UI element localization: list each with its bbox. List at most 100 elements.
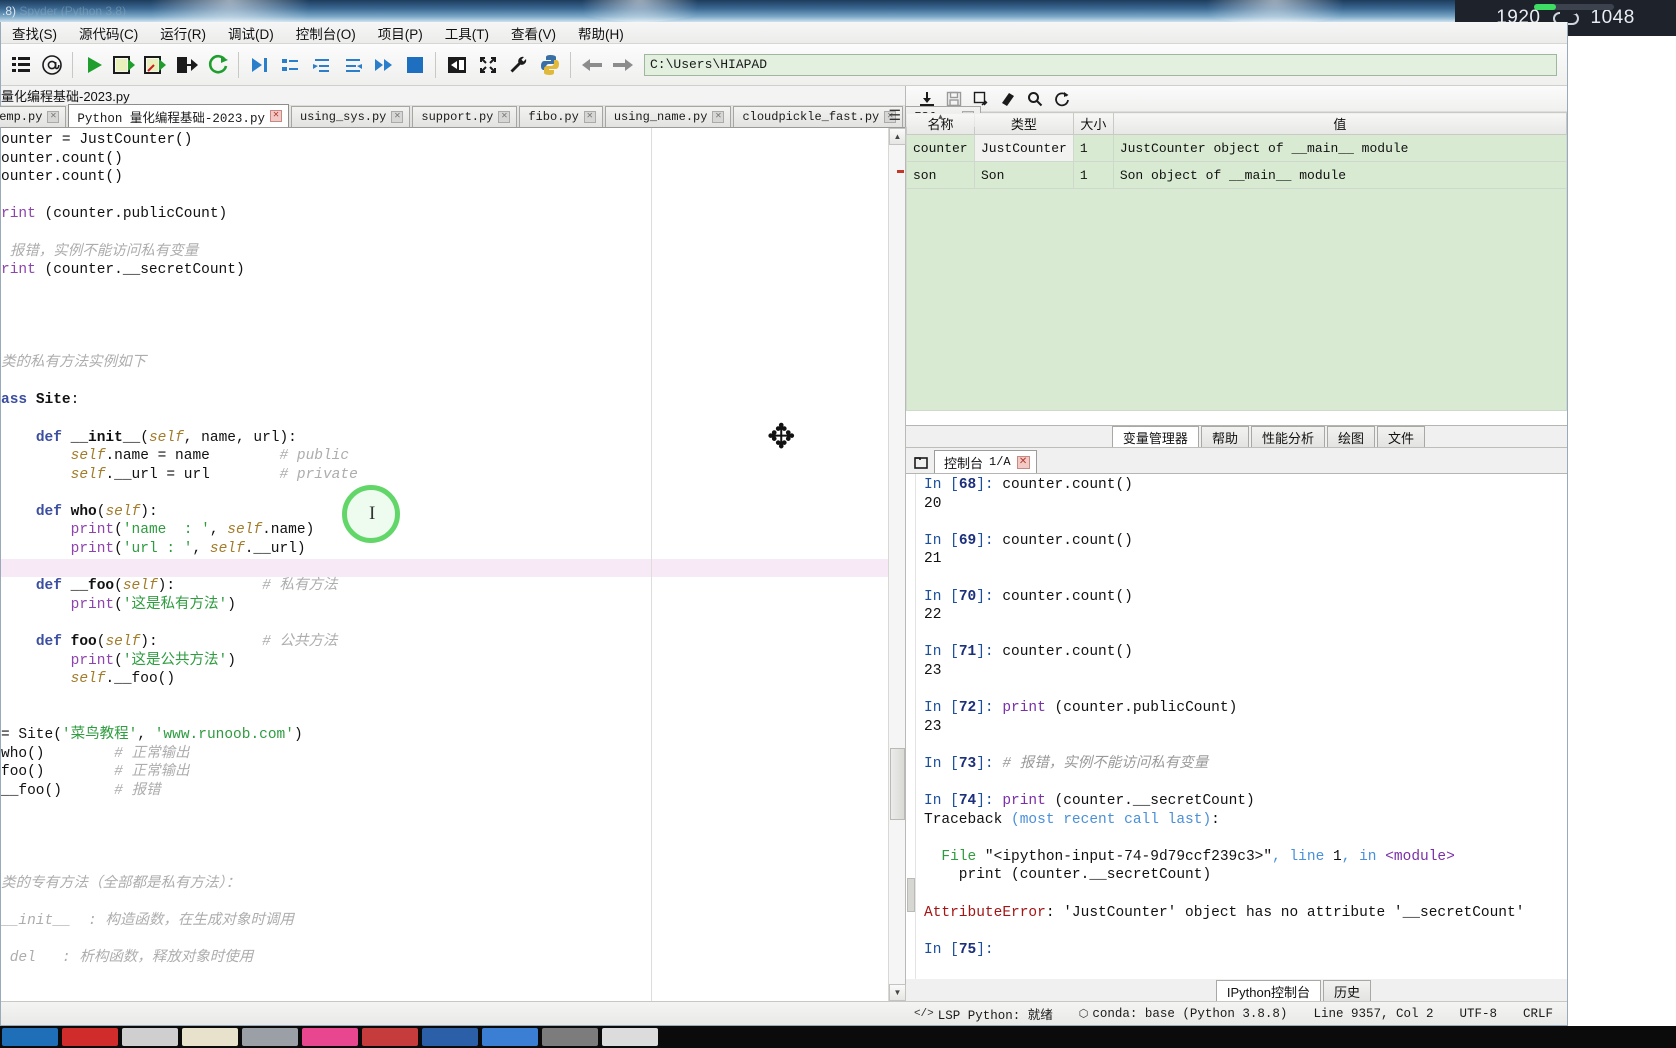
menu-help[interactable]: 帮助(H) (567, 21, 635, 45)
console-output-area[interactable]: In [68]: counter.count() 20 In [69]: coun… (906, 474, 1567, 979)
code-token: ): (157, 578, 263, 595)
debug-step-return-icon[interactable] (337, 48, 368, 82)
console-token: counter.count() (1002, 588, 1133, 605)
editor-tab-using-name[interactable]: using_name.py ✕ (604, 106, 732, 127)
forward-arrow-icon[interactable] (607, 48, 638, 82)
rerun-icon[interactable] (202, 48, 233, 82)
menu-search[interactable]: 查找(S) (1, 21, 68, 45)
taskbar-item[interactable] (362, 1028, 418, 1046)
column-header-name[interactable]: 名称 (906, 112, 975, 135)
console-token: In [ (924, 793, 959, 810)
close-icon[interactable]: ✕ (583, 111, 596, 123)
run-cell-icon[interactable] (109, 48, 140, 82)
code-token: who() (1, 745, 115, 762)
working-directory-input[interactable]: C:\Users\HIAPAD (644, 53, 1557, 76)
tab-help[interactable]: 帮助 (1200, 426, 1249, 447)
at-icon[interactable] (36, 48, 67, 82)
console-vertical-scrollbar[interactable] (906, 474, 916, 979)
menu-tools[interactable]: 工具(T) (434, 21, 500, 45)
tab-files[interactable]: 文件 (1376, 426, 1425, 447)
taskbar-item[interactable] (2, 1028, 58, 1046)
column-header-type[interactable]: 类型 (974, 112, 1074, 135)
taskbar-item[interactable] (122, 1028, 178, 1046)
search-icon[interactable] (1022, 88, 1047, 110)
debug-continue-icon[interactable] (368, 48, 399, 82)
taskbar-item[interactable] (602, 1028, 658, 1046)
scroll-thumb[interactable] (890, 748, 905, 820)
tab-profiler[interactable]: 性能分析 (1250, 426, 1325, 447)
taskbar-item[interactable] (482, 1028, 538, 1046)
menu-run[interactable]: 运行(R) (149, 21, 217, 45)
console-line: 23 (924, 718, 1567, 737)
editor-tab-quant[interactable]: Python 量化编程基础-2023.py ✕ (68, 104, 289, 127)
variable-table-container[interactable]: 名称 类型 大小 值 counter JustCounter (906, 112, 1567, 425)
list-icon[interactable] (5, 48, 36, 82)
column-header-value[interactable]: 值 (1112, 112, 1567, 135)
python-path-icon[interactable] (534, 48, 565, 82)
run-cell-advance-icon[interactable] (140, 48, 171, 82)
tab-ipython-console[interactable]: IPython控制台 (1215, 980, 1321, 1001)
console-tab-1[interactable]: 控制台 1/A ✕ (934, 450, 1037, 473)
close-icon[interactable]: ✕ (1016, 455, 1030, 469)
editor-tab-support[interactable]: support.py ✕ (412, 106, 518, 127)
hamburger-icon[interactable]: ☰ (888, 107, 901, 124)
run-selection-icon[interactable] (171, 48, 202, 82)
menu-project[interactable]: 项目(P) (367, 21, 434, 45)
maximize-pane-icon[interactable] (441, 48, 472, 82)
close-icon[interactable]: ✕ (391, 111, 404, 123)
refresh-icon[interactable] (1049, 88, 1074, 110)
scroll-up-icon[interactable]: ▲ (889, 128, 906, 145)
console-token: , line (1272, 848, 1333, 865)
menu-console[interactable]: 控制台(O) (285, 21, 367, 45)
menu-view[interactable]: 查看(V) (500, 21, 567, 45)
code-token: , (137, 727, 155, 743)
taskbar-item[interactable] (62, 1028, 118, 1046)
scroll-thumb[interactable] (907, 878, 915, 912)
debug-stop-icon[interactable] (399, 48, 430, 82)
code-line: = Site('菜鸟教程', 'www.runoob.com') (1, 726, 888, 745)
close-icon[interactable]: ✕ (47, 111, 60, 123)
console-token: print (1002, 793, 1046, 810)
menu-debug[interactable]: 调试(D) (217, 21, 285, 45)
editor-vertical-scrollbar[interactable]: ▲ ▼ (888, 128, 906, 1001)
debug-step-over-icon[interactable] (275, 48, 306, 82)
fullscreen-icon[interactable] (472, 48, 503, 82)
taskbar-item[interactable] (182, 1028, 238, 1046)
debug-file-icon[interactable] (244, 48, 275, 82)
clear-variables-icon[interactable] (995, 88, 1020, 110)
tab-history[interactable]: 历史 (1322, 980, 1371, 1001)
menu-source[interactable]: 源代码(C) (68, 21, 149, 45)
code-token: self (227, 522, 263, 539)
code-text[interactable]: ounter = JustCounter() ounter.count() ount… (1, 128, 888, 1001)
table-row[interactable]: son Son 1 Son object of __main__ module (906, 161, 1567, 189)
preferences-icon[interactable] (503, 48, 534, 82)
tab-variable-explorer[interactable]: 变量管理器 (1111, 426, 1199, 447)
conda-icon: ⬡ (1078, 1008, 1089, 1021)
code-token: __foo() (1, 782, 115, 799)
editor-tab-temp[interactable]: temp.py ✕ (0, 106, 67, 127)
variable-table-empty-area (906, 189, 1567, 411)
taskbar-item[interactable] (422, 1028, 478, 1046)
tab-plots[interactable]: 绘图 (1326, 426, 1375, 447)
column-header-size[interactable]: 大小 (1072, 112, 1114, 135)
back-arrow-icon[interactable] (576, 48, 607, 82)
code-token: , (192, 541, 210, 558)
scroll-down-icon[interactable]: ▼ (889, 984, 906, 1001)
code-token: self (209, 541, 245, 558)
run-file-icon[interactable] (78, 48, 109, 82)
editor-tab-using-sys[interactable]: using_sys.py ✕ (290, 106, 411, 127)
editor-tab-fibo[interactable]: fibo.py ✕ (519, 106, 603, 127)
taskbar-item[interactable] (242, 1028, 298, 1046)
taskbar-item[interactable] (302, 1028, 358, 1046)
close-icon[interactable]: ✕ (498, 111, 511, 123)
close-icon[interactable]: ✕ (269, 110, 282, 122)
table-row[interactable]: counter JustCounter 1 JustCounter object… (906, 134, 1567, 162)
taskbar-item[interactable] (542, 1028, 598, 1046)
close-icon[interactable]: ✕ (712, 111, 725, 123)
editor-tab-cloudpickle[interactable]: cloudpickle_fast.py ✕ (733, 106, 904, 127)
browse-tabs-icon[interactable] (912, 451, 930, 473)
code-line: ounter = JustCounter() (1, 131, 888, 150)
debug-step-into-icon[interactable] (306, 48, 337, 82)
